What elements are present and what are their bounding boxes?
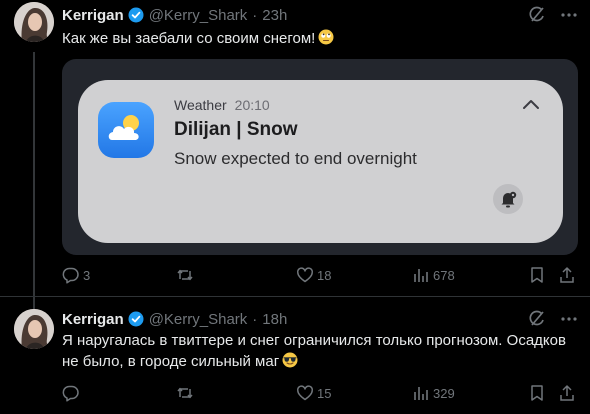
bookmark-icon — [531, 267, 543, 283]
reply-button[interactable]: 3 — [62, 266, 90, 284]
notification-app-line: Weather 20:10 — [174, 97, 270, 113]
reply-icon — [62, 267, 79, 284]
rolling-eyes-face-icon — [318, 29, 334, 45]
view-count: 678 — [433, 267, 455, 283]
bookmark-button[interactable] — [528, 266, 546, 284]
tweet-divider — [0, 296, 590, 297]
views-chart-icon — [414, 387, 428, 400]
verified-badge-icon — [128, 311, 144, 327]
tweet-header: Kerrigan @Kerry_Shark · 18h — [62, 309, 287, 329]
tweet-header-icons — [528, 6, 578, 29]
separator-dot: · — [252, 6, 258, 24]
tweet-text-content: Я наругалась в твиттере и снег ограничил… — [62, 332, 566, 370]
avatar[interactable] — [14, 309, 54, 349]
chevron-up-icon — [521, 97, 541, 111]
attached-image[interactable]: Weather 20:10 Dilijan | Snow Snow expecte… — [62, 59, 578, 255]
repost-button[interactable] — [176, 384, 194, 402]
repost-icon — [177, 387, 193, 399]
notification-time: 20:10 — [234, 97, 270, 113]
reply-button[interactable] — [62, 384, 80, 402]
repost-button[interactable] — [176, 266, 194, 284]
tweet-text: Я наругалась в твиттере и снег ограничил… — [62, 330, 577, 372]
author-name[interactable]: Kerrigan — [62, 311, 124, 328]
tweet-actions: 3 18 678 — [62, 266, 578, 286]
separator-dot: · — [252, 310, 258, 328]
like-button[interactable]: 18 — [296, 266, 331, 284]
views-button[interactable]: 329 — [412, 384, 455, 402]
reply-count: 3 — [83, 267, 91, 283]
notification-body: Snow expected to end overnight — [174, 149, 417, 168]
more-options-icon[interactable] — [560, 6, 578, 29]
bookmark-icon — [531, 385, 543, 401]
tweet-actions: 15 329 — [62, 384, 578, 404]
repost-icon — [177, 269, 193, 281]
notification-app-name: Weather — [174, 97, 227, 113]
tweet-text: Как же вы заебали со своим снегом! — [62, 28, 572, 49]
author-handle[interactable]: @Kerry_Shark — [149, 7, 248, 24]
verified-badge-icon — [128, 7, 144, 23]
share-button[interactable] — [558, 266, 576, 284]
sunglasses-face-icon — [282, 352, 298, 368]
bookmark-button[interactable] — [528, 384, 546, 402]
like-count: 15 — [317, 385, 332, 401]
author-handle[interactable]: @Kerry_Shark — [149, 311, 248, 328]
notification-card: Weather 20:10 Dilijan | Snow Snow expecte… — [78, 80, 563, 243]
view-count: 329 — [433, 385, 455, 401]
tweet-time[interactable]: 23h — [262, 7, 287, 24]
bell-snooze-icon — [493, 184, 523, 214]
share-icon — [560, 267, 574, 283]
like-button[interactable]: 15 — [296, 384, 331, 402]
like-count: 18 — [317, 267, 332, 283]
notification-title: Dilijan | Snow — [174, 119, 298, 140]
grok-icon[interactable] — [528, 6, 546, 29]
views-button[interactable]: 678 — [412, 266, 455, 284]
weather-app-icon — [98, 102, 154, 158]
avatar[interactable] — [14, 2, 54, 42]
share-icon — [560, 385, 574, 401]
reply-icon — [62, 385, 79, 402]
heart-icon — [297, 267, 313, 283]
heart-icon — [297, 385, 313, 401]
tweet-text-content: Как же вы заебали со своим снегом! — [62, 30, 316, 47]
tweet-header: Kerrigan @Kerry_Shark · 23h — [62, 5, 287, 25]
share-button[interactable] — [558, 384, 576, 402]
author-name[interactable]: Kerrigan — [62, 7, 124, 24]
tweet-time[interactable]: 18h — [262, 311, 287, 328]
views-chart-icon — [414, 269, 428, 282]
